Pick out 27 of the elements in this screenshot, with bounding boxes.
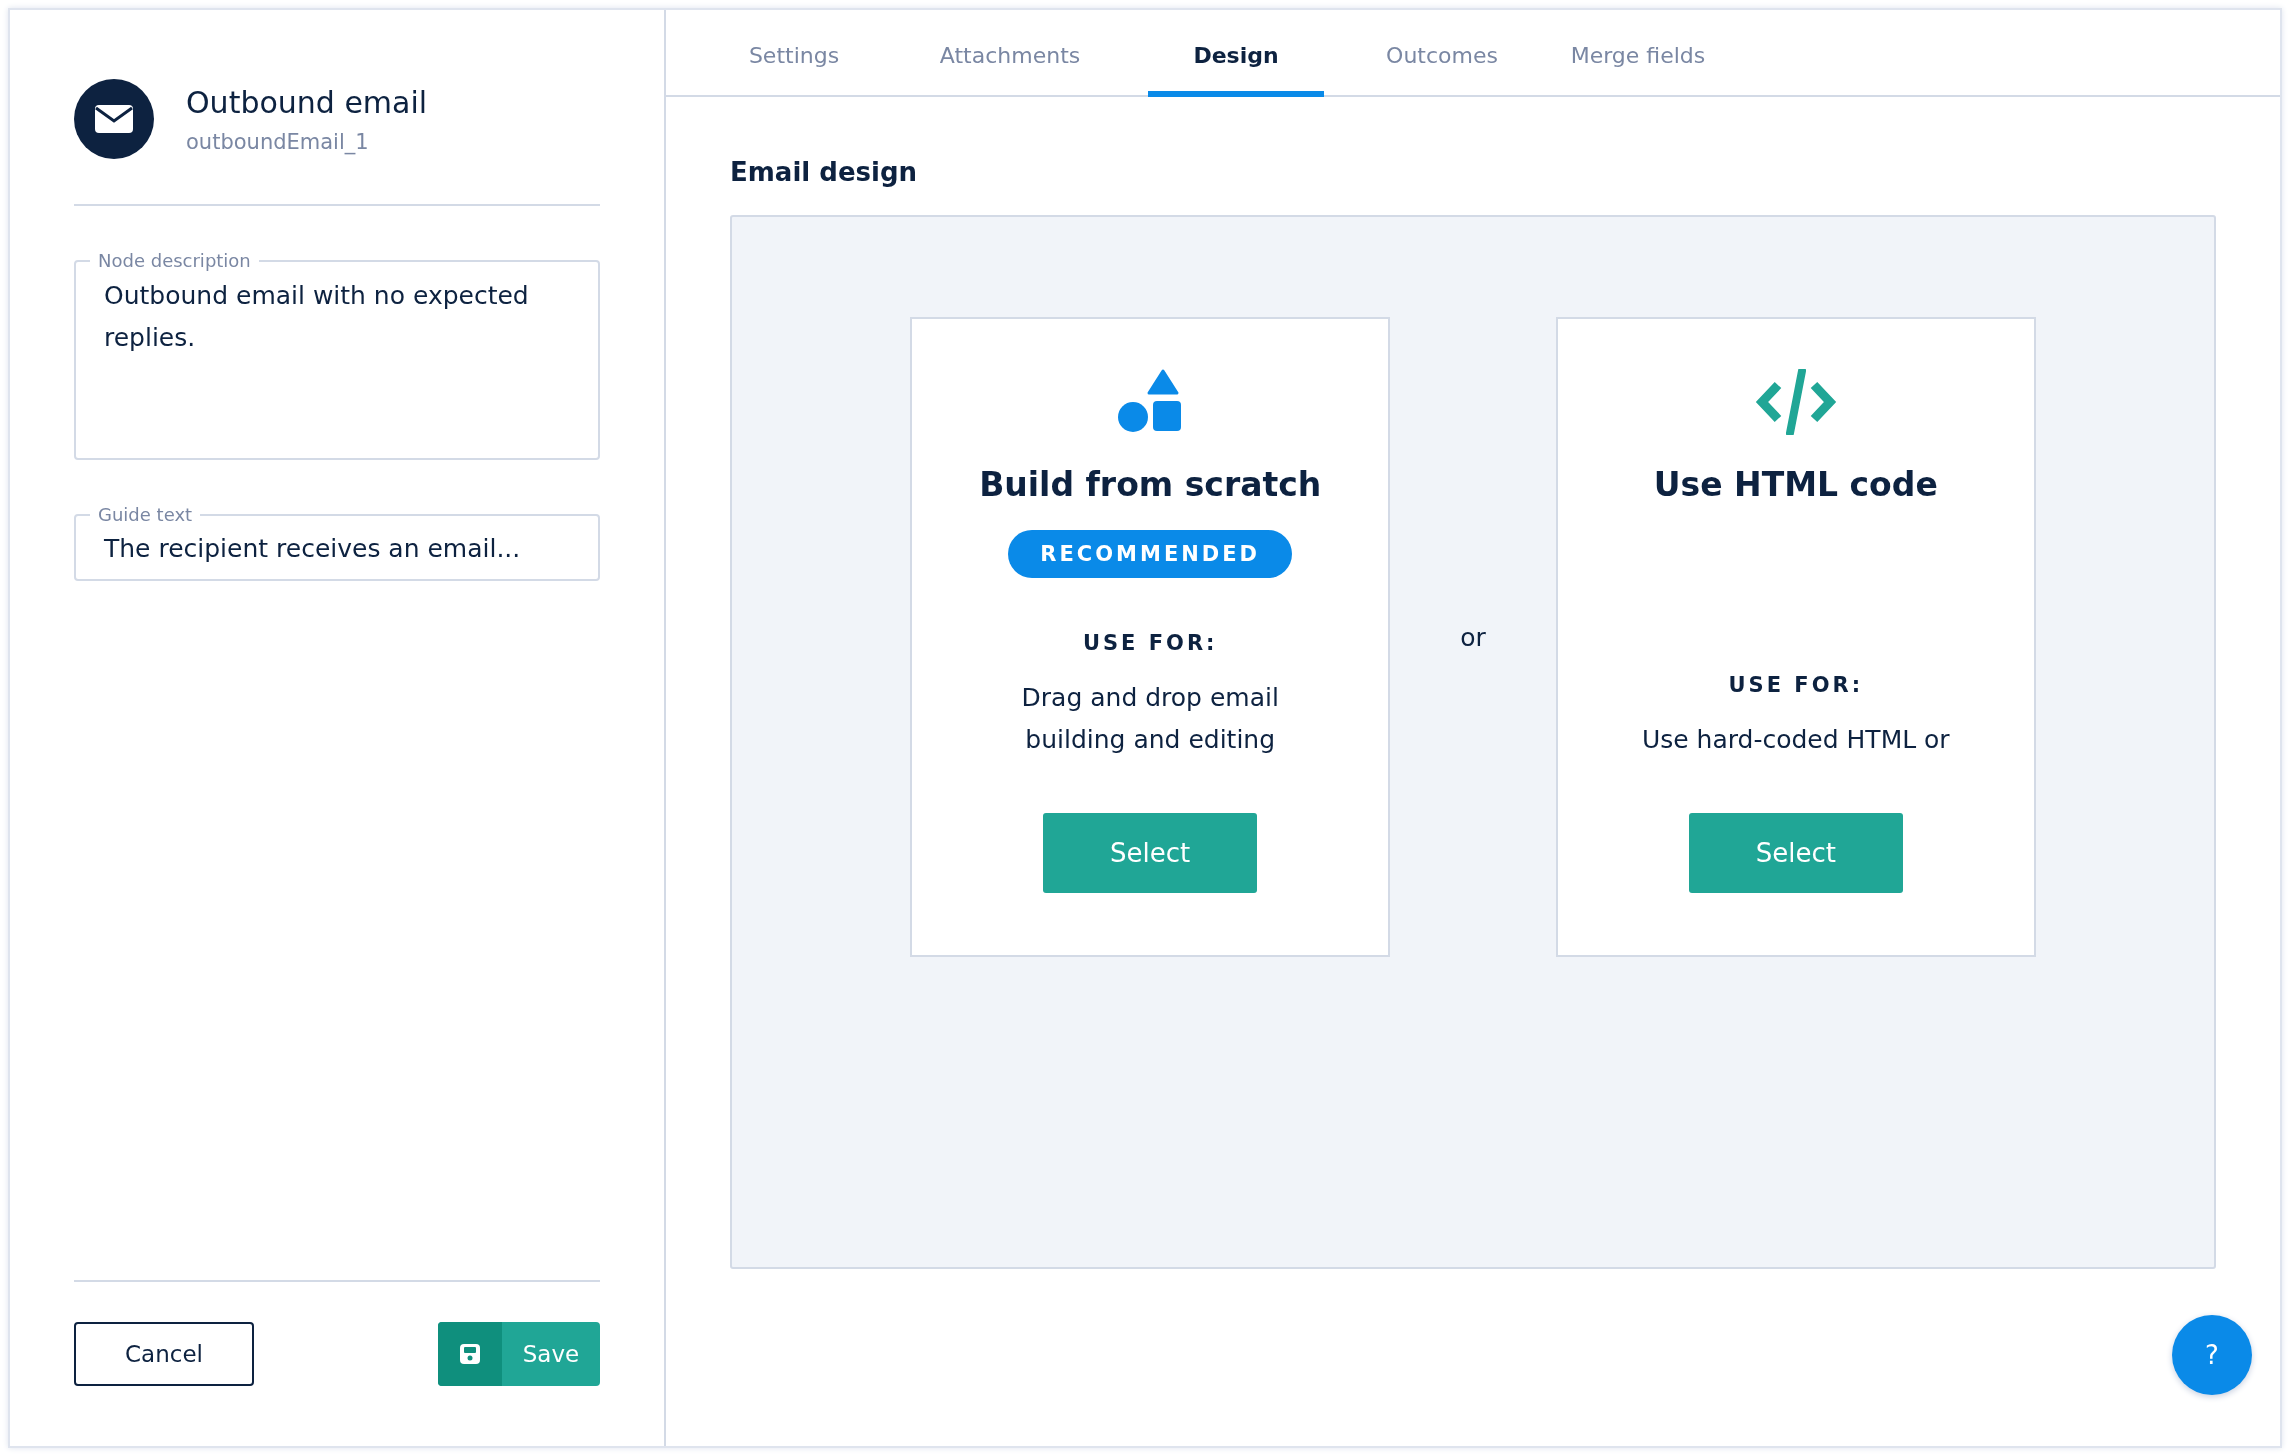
text-field[interactable]: Guide text The recipient receives an email...: [74, 504, 600, 581]
tab[interactable]: Settings: [696, 10, 892, 97]
node-title: Outbound email: [186, 84, 428, 120]
separator-text: or: [1460, 622, 1486, 652]
select-button[interactable]: Select: [1688, 813, 1903, 893]
tab[interactable]: Outcomes: [1344, 10, 1540, 97]
tab[interactable]: Merge fields: [1540, 10, 1736, 97]
save-button[interactable]: Save: [438, 1322, 600, 1386]
code-icon: [1753, 369, 1838, 435]
tab[interactable]: Design: [1148, 10, 1324, 97]
help-button[interactable]: ?: [2172, 1315, 2252, 1395]
field-label: Node description: [97, 250, 252, 271]
text-field[interactable]: Node description Outbound email with no expected replies.: [74, 250, 600, 460]
use-for-label: USE FOR:: [1082, 631, 1218, 655]
use-for-label: USE FOR:: [1728, 673, 1864, 697]
option-title: Build from scratch: [979, 465, 1322, 504]
option-description: Drag and drop email building and editing: [1020, 682, 1280, 756]
cancel-button[interactable]: Cancel: [74, 1322, 254, 1386]
option-title: Use HTML code: [1653, 465, 1938, 504]
tab[interactable]: Attachments: [892, 10, 1128, 97]
shapes-icon: [1117, 369, 1184, 435]
field-label: Guide text: [97, 504, 194, 525]
section-heading: Email design: [730, 157, 919, 187]
recommended-badge: RECOMMENDED: [1008, 530, 1293, 578]
node-id: outboundEmail_1: [186, 129, 370, 154]
option-description: Use hard-coded HTML or: [1641, 724, 1950, 756]
select-button[interactable]: Select: [1043, 813, 1258, 893]
